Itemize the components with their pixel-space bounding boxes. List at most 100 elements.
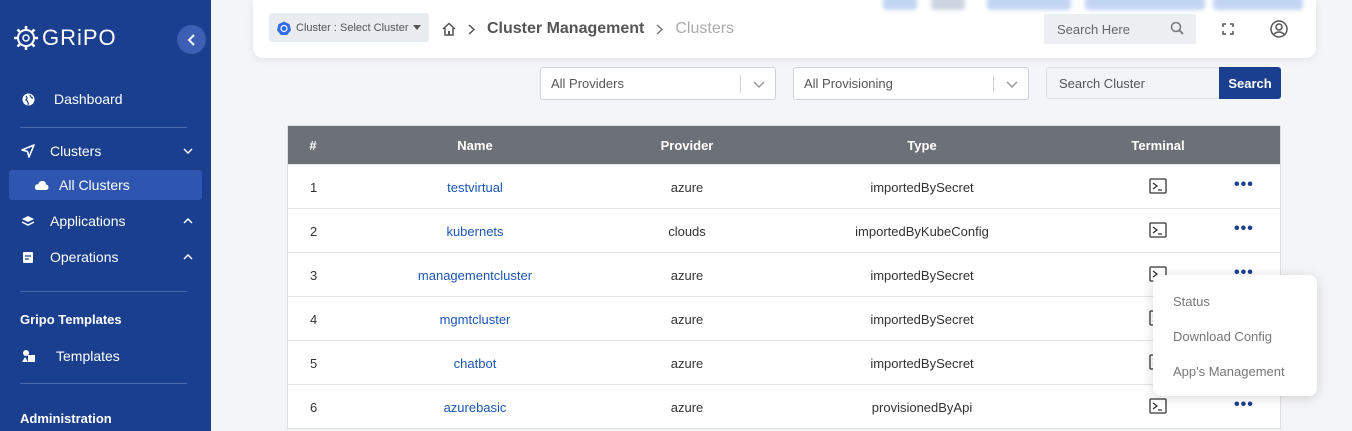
caret-down-icon [413,25,422,30]
row-actions-button[interactable]: ••• [1234,177,1254,193]
cluster-name-link[interactable]: mgmtcluster [440,312,511,327]
provisioning-filter-select[interactable]: All Provisioning [793,67,1029,100]
chevron-right-icon [656,23,664,35]
blurred-toolbar-item [931,0,965,10]
send-icon [20,143,36,159]
table-row: 4 mgmtcluster azure importedBySecret ••• [288,296,1280,340]
cluster-name-link[interactable]: testvirtual [447,180,503,195]
gear-logo-icon [14,26,38,50]
cell-number: 6 [310,400,318,415]
cluster-search-input[interactable]: Search Cluster [1046,67,1220,99]
cell-type: importedBySecret [870,356,974,371]
table-header: # Name Provider Type Terminal [288,126,1280,164]
shapes-icon [20,348,36,364]
column-header-provider: Provider [660,138,714,153]
cluster-name-link[interactable]: managementcluster [418,268,532,283]
cell-provider: azure [670,268,704,283]
cell-type: importedBySecret [870,268,974,283]
home-icon[interactable] [442,22,456,36]
breadcrumb: Cluster Management Clusters [442,20,734,38]
cell-provider: azure [670,180,704,195]
menu-item-apps-management[interactable]: App's Management [1173,364,1285,379]
sidebar-item-label: All Clusters [59,177,130,193]
row-actions-button[interactable]: ••• [1234,221,1254,237]
table-row: 3 managementcluster azure importedBySecr… [288,252,1280,296]
blurred-toolbar-item [1213,0,1303,10]
chevron-down-icon [183,148,193,155]
cell-provider: clouds [668,224,706,239]
sidebar: GRiPO Dashboard Clusters All Clusters Ap… [0,0,211,431]
clusters-table: # Name Provider Type Terminal 1 testvirt… [287,125,1281,429]
menu-item-download-config[interactable]: Download Config [1173,329,1272,344]
sidebar-item-label: Templates [56,348,120,364]
brand-logo[interactable]: GRiPO [13,25,117,51]
select-separator [993,75,994,93]
sidebar-item-label: Applications [50,213,126,229]
terminal-icon[interactable] [1149,222,1167,238]
cell-type: importedByKubeConfig [855,224,989,239]
chevron-down-icon [753,81,765,89]
table-row: 2 kubernets clouds importedByKubeConfig … [288,208,1280,252]
table-row: 1 testvirtual azure importedBySecret ••• [288,164,1280,208]
terminal-icon[interactable] [1149,398,1167,414]
table-row: 5 chatbot azure importedBySecret ••• [288,340,1280,384]
column-header-type: Type [907,138,937,153]
cell-type: importedBySecret [870,312,974,327]
kubernetes-icon [277,21,291,35]
user-avatar-icon [1270,20,1288,38]
cell-type: importedBySecret [870,180,974,195]
chevron-up-icon [183,253,193,260]
sidebar-item-label: Operations [50,249,119,265]
sidebar-item-label: Dashboard [54,91,123,107]
chevron-up-icon [183,217,193,224]
sidebar-item-templates[interactable]: Templates [20,348,120,364]
globe-icon [20,91,36,107]
fullscreen-button[interactable] [1209,14,1247,44]
blurred-toolbar-item [883,0,917,10]
chevron-left-icon [187,33,195,46]
cluster-name-link[interactable]: kubernets [446,224,503,239]
cell-number: 2 [310,224,318,239]
sidebar-section-administration: Administration [20,411,112,426]
sidebar-section-templates: Gripo Templates [20,312,122,327]
provider-filter-select[interactable]: All Providers [540,67,776,100]
top-header: Cluster : Select Cluster Cluster Managem… [253,0,1316,58]
menu-item-status[interactable]: Status [1173,294,1210,309]
provisioning-filter-value: All Provisioning [804,76,893,91]
row-actions-button[interactable]: ••• [1234,397,1254,413]
blurred-toolbar-item [1085,0,1205,10]
search-placeholder: Search Here [1057,21,1130,37]
cluster-select-dropdown[interactable]: Cluster : Select Cluster [269,13,430,42]
cloud-icon [34,180,49,190]
layers-icon [20,213,36,229]
sidebar-item-clusters[interactable]: Clusters [20,143,193,159]
search-icon[interactable] [1170,21,1184,35]
cell-provider: azure [670,312,704,327]
blurred-toolbar-item [987,0,1071,10]
cluster-search-placeholder: Search Cluster [1059,75,1145,91]
column-header-name: Name [457,138,493,153]
sidebar-item-label: Clusters [50,143,102,159]
sidebar-item-all-clusters[interactable]: All Clusters [9,170,202,200]
select-separator [740,75,741,93]
breadcrumb-current: Clusters [675,20,735,37]
sidebar-item-dashboard[interactable]: Dashboard [20,91,123,107]
cell-type: provisionedByApi [871,400,973,415]
cluster-name-link[interactable]: chatbot [454,356,497,371]
clipboard-icon [20,249,36,265]
sidebar-collapse-button[interactable] [177,25,206,54]
cluster-name-link[interactable]: azurebasic [444,400,507,415]
expand-icon [1222,23,1234,35]
breadcrumb-item[interactable]: Cluster Management [487,20,644,38]
sidebar-item-applications[interactable]: Applications [20,213,193,229]
sidebar-item-operations[interactable]: Operations [20,249,193,265]
sidebar-divider [20,127,187,128]
cell-number: 4 [310,312,318,327]
cell-provider: azure [670,400,704,415]
cell-number: 5 [310,356,318,371]
terminal-icon[interactable] [1149,178,1167,194]
cell-number: 1 [310,180,318,195]
search-button[interactable]: Search [1219,67,1281,99]
user-profile-button[interactable] [1260,14,1298,44]
global-search-input[interactable]: Search Here [1044,14,1196,44]
